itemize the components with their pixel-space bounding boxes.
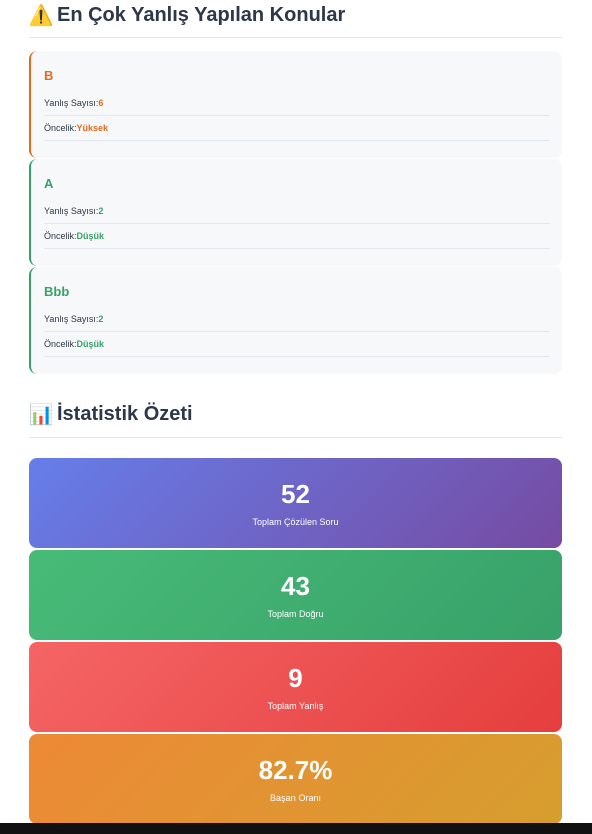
wrong-count-label: Yanlış Sayısı: (44, 98, 99, 108)
wrong-count-row: Yanlış Sayısı: 2 (44, 199, 549, 224)
priority-value: Düşük (76, 231, 105, 241)
topic-card: A Yanlış Sayısı: 2 Öncelik: Düşük (29, 159, 562, 266)
stats-summary-title: 📊 İstatistik Özeti (29, 400, 562, 438)
stat-value: 43 (281, 571, 310, 601)
priority-label: Öncelik: (44, 339, 77, 349)
wrong-count-row: Yanlış Sayısı: 6 (44, 91, 549, 116)
topic-card: B Yanlış Sayısı: 6 Öncelik: Yüksek (29, 51, 562, 158)
priority-row: Öncelik: Düşük (44, 224, 549, 249)
stat-card-list: 52 Toplam Çözülen Soru 43 Toplam Doğru 9… (29, 458, 562, 826)
wrong-count-label: Yanlış Sayısı: (44, 206, 99, 216)
priority-row: Öncelik: Düşük (44, 332, 549, 357)
warning-icon: ⚠️ (28, 5, 54, 27)
stat-label: Toplam Çözülen Soru (252, 517, 339, 527)
topic-name: Bbb (44, 284, 70, 299)
total-wrong-card: 9 Toplam Yanlış (29, 642, 562, 732)
total-correct-card: 43 Toplam Doğru (29, 550, 562, 640)
wrong-topics-title: ⚠️ En Çok Yanlış Yapılan Konular (29, 2, 562, 38)
topic-name: B (44, 68, 54, 83)
topic-card: Bbb Yanlış Sayısı: 2 Öncelik: Düşük (29, 267, 562, 374)
wrong-count-label: Yanlış Sayısı: (44, 314, 99, 324)
stats-summary-title-text: İstatistik Özeti (57, 403, 193, 425)
stat-value: 52 (281, 479, 310, 509)
bottom-bar (0, 823, 592, 834)
priority-value: Yüksek (76, 123, 109, 133)
priority-label: Öncelik: (44, 231, 77, 241)
stat-value: 9 (288, 663, 303, 693)
stat-label: Toplam Yanlış (267, 701, 324, 711)
wrong-count-value: 2 (98, 206, 104, 216)
topic-name: A (44, 176, 54, 191)
wrong-count-value: 2 (98, 314, 104, 324)
total-solved-card: 52 Toplam Çözülen Soru (29, 458, 562, 548)
priority-row: Öncelik: Yüksek (44, 116, 549, 141)
wrong-count-value: 6 (98, 98, 104, 108)
topic-card-list: B Yanlış Sayısı: 6 Öncelik: Yüksek A Yan… (29, 51, 562, 375)
priority-value: Düşük (76, 339, 105, 349)
success-rate-card: 82.7% Başarı Oranı (29, 734, 562, 824)
priority-label: Öncelik: (44, 123, 77, 133)
stat-label: Başarı Oranı (269, 793, 322, 803)
wrong-topics-title-text: En Çok Yanlış Yapılan Konular (57, 4, 346, 26)
stat-value: 82.7% (258, 755, 333, 785)
wrong-count-row: Yanlış Sayısı: 2 (44, 307, 549, 332)
stat-label: Toplam Doğru (267, 609, 324, 619)
bar-chart-icon: 📊 (28, 404, 54, 426)
